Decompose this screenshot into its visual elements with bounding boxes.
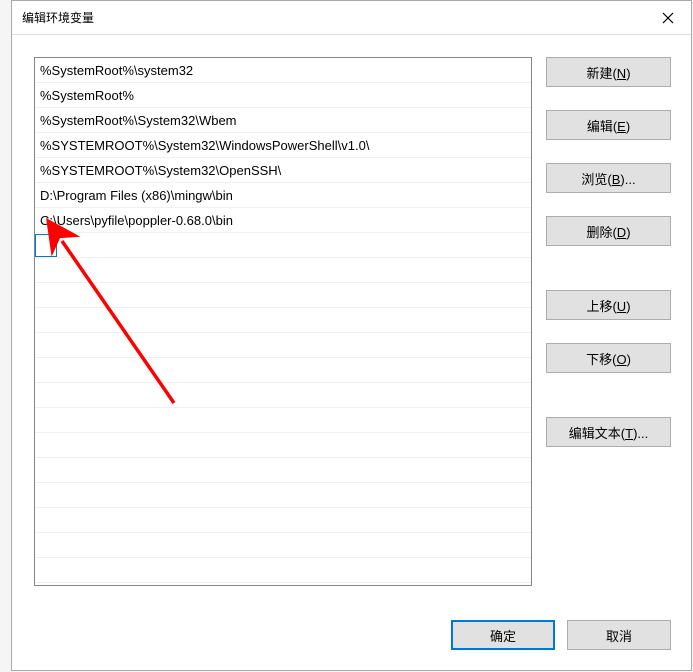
edittext-button[interactable]: 编辑文本(T)... — [546, 417, 671, 447]
list-item[interactable]: C:\Users\pyfile\poppler-0.68.0\bin — [35, 208, 531, 233]
edit-button-label: 编辑(E) — [587, 116, 630, 135]
path-listbox[interactable]: %SystemRoot%\system32 %SystemRoot% %Syst… — [34, 57, 532, 586]
button-column: 新建(N) 编辑(E) 浏览(B)... 删除(D) 上移(U) 下移(O) 编… — [546, 57, 671, 598]
titlebar: 编辑环境变量 — [12, 1, 691, 35]
browse-button[interactable]: 浏览(B)... — [546, 163, 671, 193]
edittext-button-label: 编辑文本(T)... — [569, 423, 648, 442]
ok-button[interactable]: 确定 — [451, 620, 555, 650]
inline-edit-input[interactable] — [35, 234, 57, 257]
new-button[interactable]: 新建(N) — [546, 57, 671, 87]
list-item[interactable]: %SystemRoot%\System32\Wbem — [35, 108, 531, 133]
browse-button-label: 浏览(B)... — [581, 169, 635, 188]
list-item[interactable]: D:\Program Files (x86)\mingw\bin — [35, 183, 531, 208]
list-item[interactable]: %SYSTEMROOT%\System32\WindowsPowerShell\… — [35, 133, 531, 158]
dialog-footer: 确定 取消 — [34, 598, 671, 650]
cancel-button[interactable]: 取消 — [567, 620, 671, 650]
moveup-button[interactable]: 上移(U) — [546, 290, 671, 320]
list-item[interactable]: %SystemRoot%\system32 — [35, 58, 531, 83]
movedown-button[interactable]: 下移(O) — [546, 343, 671, 373]
edit-button[interactable]: 编辑(E) — [546, 110, 671, 140]
close-button[interactable] — [645, 1, 691, 34]
delete-button-label: 删除(D) — [586, 222, 630, 241]
env-var-dialog: 编辑环境变量 %SystemRoot%\system32 %SystemRoot… — [11, 0, 692, 671]
dialog-title: 编辑环境变量 — [22, 9, 645, 26]
close-icon — [662, 12, 674, 24]
list-item[interactable]: %SYSTEMROOT%\System32\OpenSSH\ — [35, 158, 531, 183]
dialog-content: %SystemRoot%\system32 %SystemRoot% %Syst… — [12, 35, 691, 670]
movedown-button-label: 下移(O) — [586, 349, 631, 368]
new-button-label: 新建(N) — [586, 63, 630, 82]
list-item-editing[interactable] — [35, 233, 531, 258]
delete-button[interactable]: 删除(D) — [546, 216, 671, 246]
list-item[interactable]: %SystemRoot% — [35, 83, 531, 108]
moveup-button-label: 上移(U) — [586, 296, 630, 315]
